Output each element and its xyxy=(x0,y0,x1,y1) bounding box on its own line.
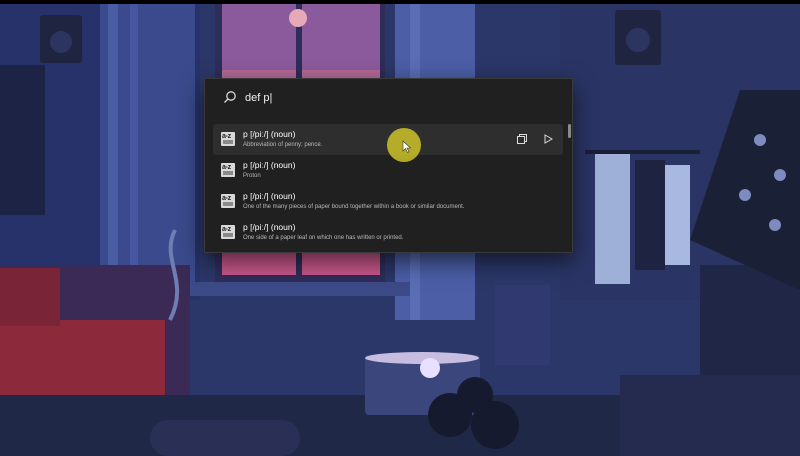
result-item[interactable]: a-z p [/piː/] (noun) One side of a paper… xyxy=(213,217,563,248)
result-subtitle: One of the many pieces of paper bound to… xyxy=(243,204,465,210)
result-title: p [/piː/] (noun) xyxy=(243,160,296,170)
copy-icon[interactable] xyxy=(516,133,528,145)
result-title: p [/piː/] (noun) xyxy=(243,191,296,201)
screen-top-edge xyxy=(0,0,800,4)
dictionary-icon-label: a-z xyxy=(222,164,231,171)
dictionary-icon-label: a-z xyxy=(222,195,231,202)
result-item[interactable]: a-z p [/piː/] (noun) One of the many pie… xyxy=(213,186,563,217)
dictionary-icon-label: a-z xyxy=(222,226,231,233)
dictionary-icon: a-z xyxy=(221,163,235,177)
result-subtitle: Abbreviation of penny; pence. xyxy=(243,142,323,148)
dictionary-icon-label: a-z xyxy=(222,133,231,140)
search-icon xyxy=(224,91,236,103)
dictionary-icon: a-z xyxy=(221,194,235,208)
quick-launcher-window: def p| a-z p [/piː/] (noun) Abbreviation… xyxy=(204,78,573,253)
play-icon[interactable] xyxy=(542,133,554,145)
dictionary-icon: a-z xyxy=(221,132,235,146)
result-title: p [/piː/] (noun) xyxy=(243,129,296,139)
result-subtitle: One side of a paper leaf on which one ha… xyxy=(243,235,404,241)
results-scrollbar[interactable] xyxy=(568,124,571,138)
search-input[interactable]: def p| xyxy=(245,89,545,107)
result-subtitle: Proton xyxy=(243,173,261,179)
result-title: p [/piː/] (noun) xyxy=(243,222,296,232)
result-item[interactable]: a-z p [/piː/] (noun) Proton xyxy=(213,155,563,186)
dictionary-icon: a-z xyxy=(221,225,235,239)
search-bar: def p| xyxy=(205,79,572,117)
mouse-pointer-icon xyxy=(402,140,412,153)
